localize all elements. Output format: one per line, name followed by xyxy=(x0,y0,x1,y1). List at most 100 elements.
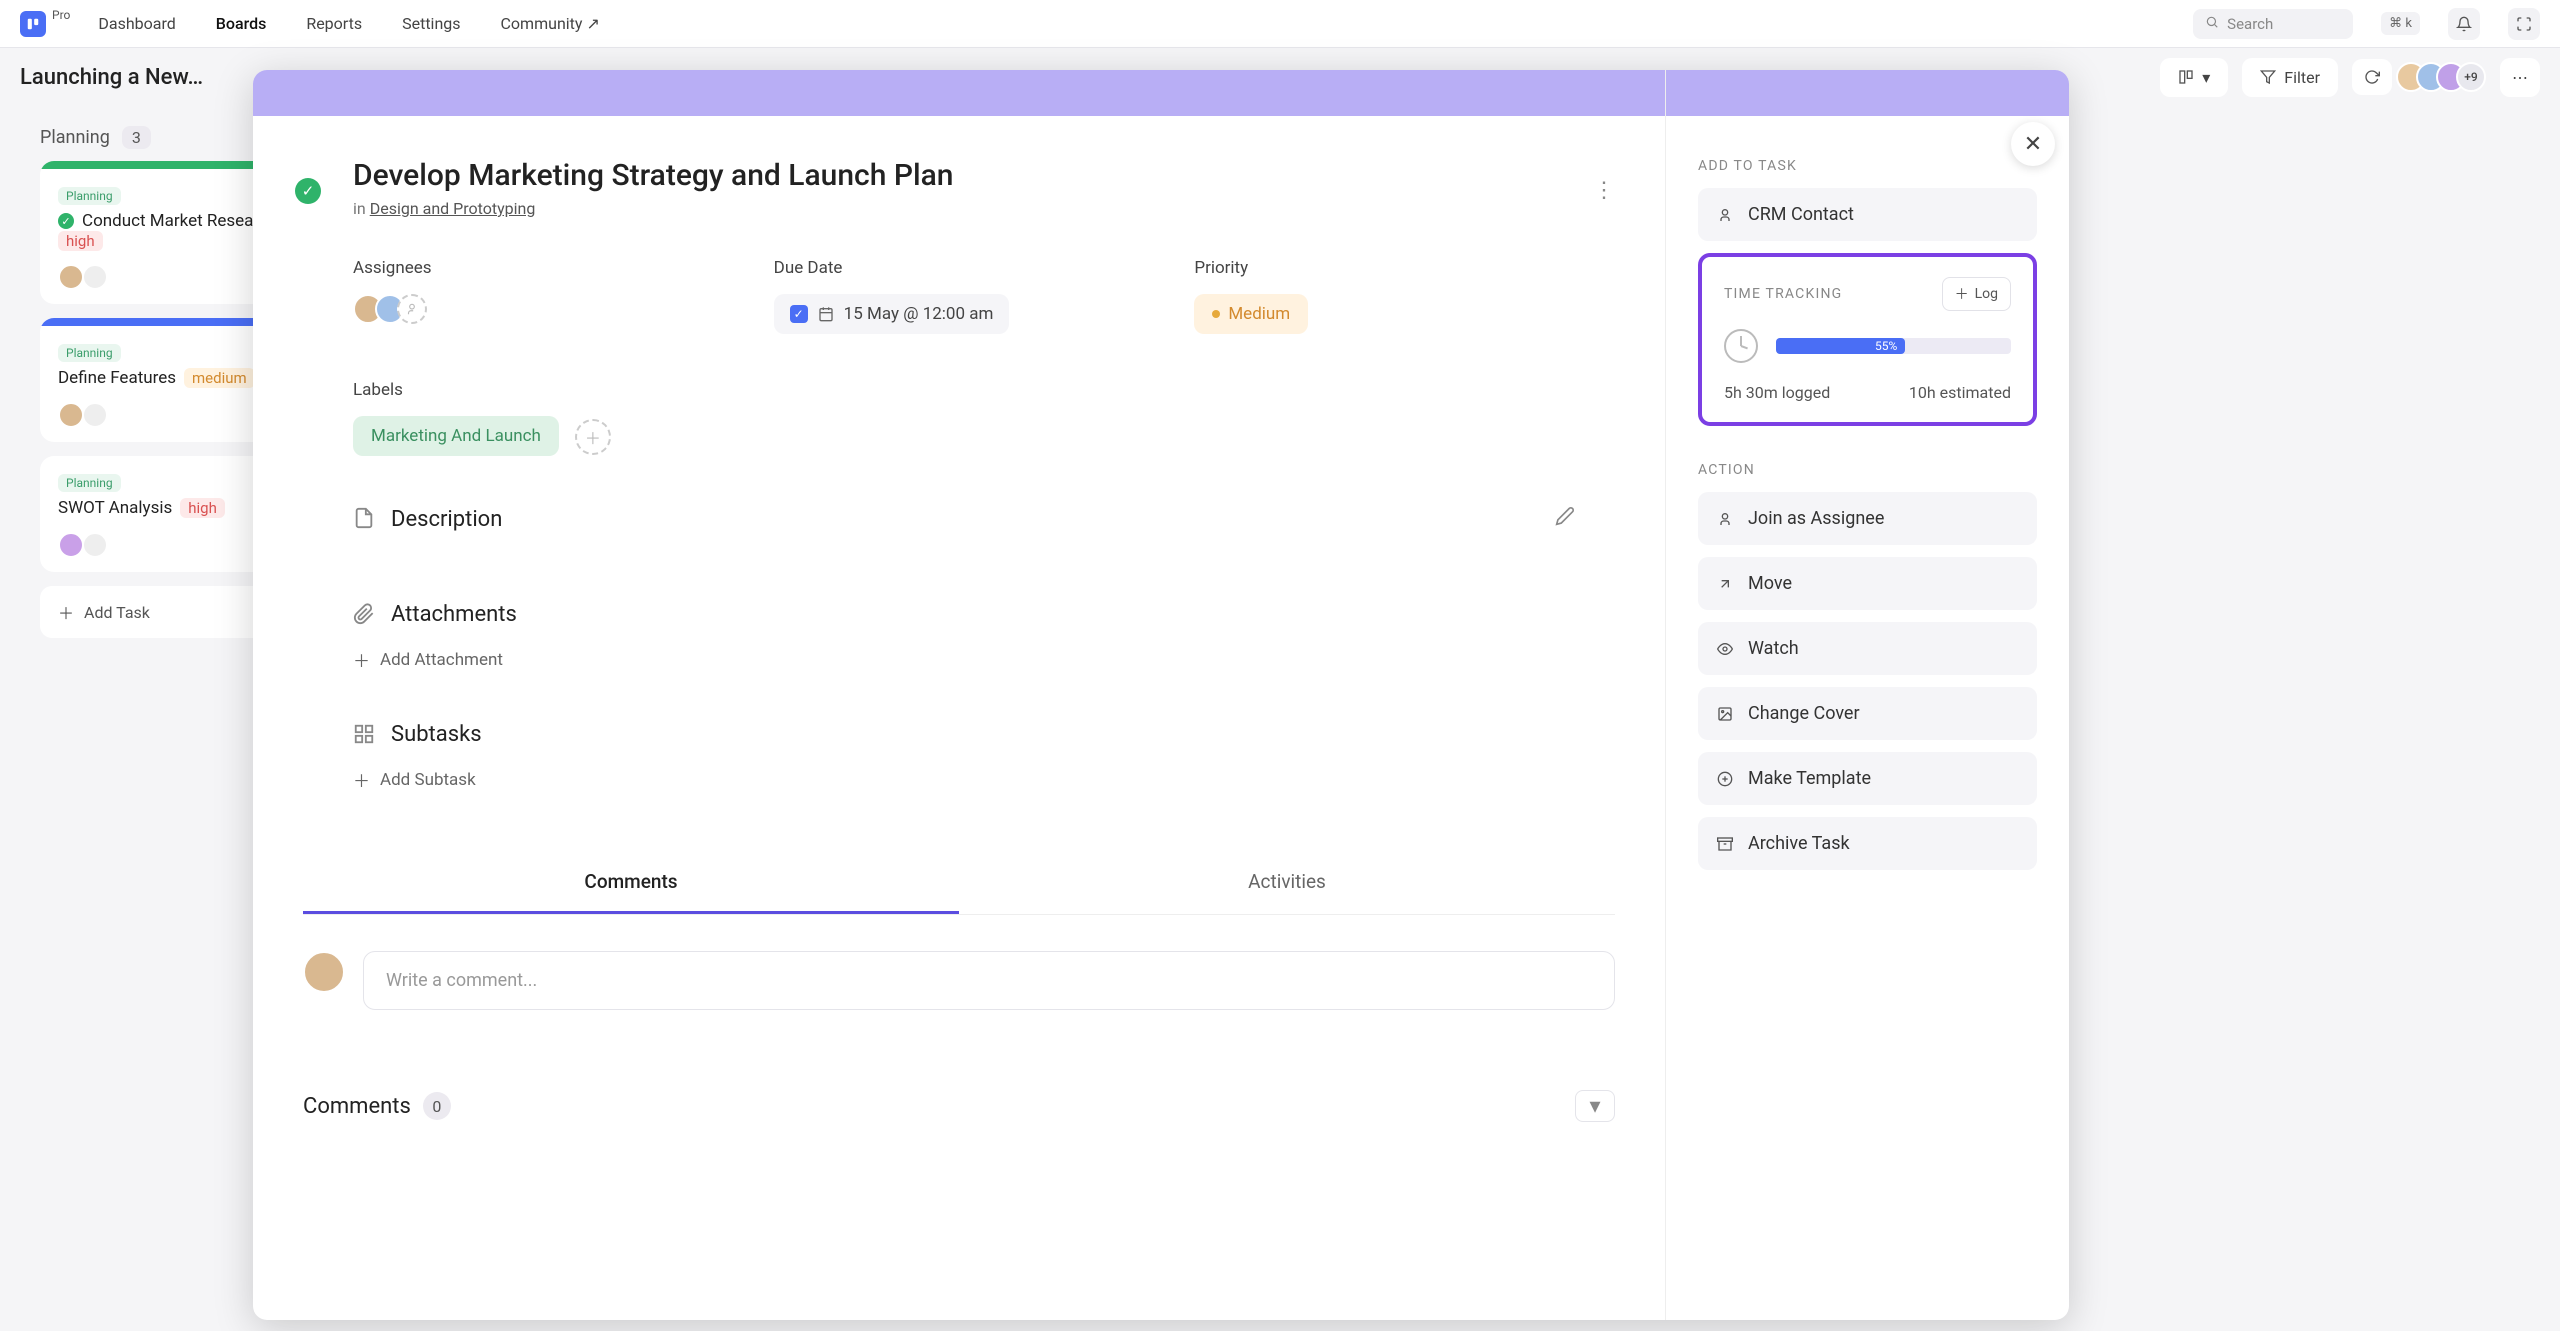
user-plus-icon xyxy=(405,302,419,316)
user-icon xyxy=(1716,510,1734,528)
subtasks-icon xyxy=(353,723,377,747)
add-subtask-button[interactable]: ＋ Add Subtask xyxy=(353,767,1615,792)
priority-field[interactable]: Medium xyxy=(1194,294,1308,334)
comments-heading: Comments xyxy=(303,1094,411,1119)
kanban-icon xyxy=(2178,69,2194,85)
more-icon: ⋯ xyxy=(2512,68,2528,87)
filter-icon xyxy=(2260,69,2276,85)
priority-value: Medium xyxy=(1228,304,1290,324)
card-title-text: Conduct Market Resea… xyxy=(82,211,265,231)
log-time-button[interactable]: ＋ Log xyxy=(1942,277,2011,311)
search-placeholder: Search xyxy=(2227,15,2273,33)
search-icon xyxy=(2205,15,2219,33)
modal-main: ✓ Develop Marketing Strategy and Launch … xyxy=(253,70,1665,1320)
time-tracking-panel: Time tracking ＋ Log 55% 5h 30m logged 10… xyxy=(1698,253,2037,426)
attachments-label: Attachments xyxy=(391,602,517,627)
avatar xyxy=(82,532,108,558)
notifications-button[interactable] xyxy=(2448,8,2480,40)
arrow-icon xyxy=(1716,575,1734,593)
board-title: Launching a New… xyxy=(20,65,203,90)
subtasks-label: Subtasks xyxy=(391,722,482,747)
plus-icon: ＋ xyxy=(58,600,74,624)
avatar xyxy=(82,264,108,290)
add-assignee-button[interactable] xyxy=(397,294,427,324)
time-progress-fill: 55% xyxy=(1776,338,1905,354)
add-to-task-label: Add to task xyxy=(1698,158,2037,174)
avatar-overflow[interactable]: +9 xyxy=(2456,62,2486,92)
archive-task-button[interactable]: Archive Task xyxy=(1698,817,2037,870)
due-date-field[interactable]: ✓ 15 May @ 12:00 am xyxy=(774,294,1010,334)
task-breadcrumb: in Design and Prototyping xyxy=(353,199,1615,218)
filter-button[interactable]: Filter xyxy=(2242,58,2338,97)
plus-icon: ＋ xyxy=(353,647,370,672)
member-avatars[interactable]: +9 xyxy=(2406,62,2486,92)
task-detail-modal: ✕ ✓ Develop Marketing Strategy and Launc… xyxy=(253,70,2069,1320)
top-nav-bar: Pro Dashboard Boards Reports Settings Co… xyxy=(0,0,2560,48)
card-priority: medium xyxy=(184,368,255,388)
card-chip: Planning xyxy=(58,187,121,205)
clock-icon xyxy=(1724,329,1758,363)
time-percent: 55% xyxy=(1875,339,1897,353)
card-title-text: SWOT Analysis xyxy=(58,498,172,518)
watch-button[interactable]: Watch xyxy=(1698,622,2037,675)
app-logo[interactable] xyxy=(20,11,46,37)
comments-sort-dropdown[interactable]: ▾ xyxy=(1575,1090,1615,1122)
tab-activities[interactable]: Activities xyxy=(959,852,1615,914)
priority-label: Priority xyxy=(1194,258,1615,278)
card-priority: high xyxy=(180,498,225,518)
card-chip: Planning xyxy=(58,474,121,492)
plus-circle-icon xyxy=(1716,770,1734,788)
refresh-button[interactable] xyxy=(2352,59,2392,95)
column-count: 3 xyxy=(122,126,151,149)
search-input[interactable]: Search xyxy=(2193,9,2353,39)
edit-description-button[interactable] xyxy=(1555,506,1575,532)
nav-community[interactable]: Community ↗ xyxy=(501,14,600,33)
task-more-button[interactable]: ⋮ xyxy=(1593,178,1615,203)
nav-reports[interactable]: Reports xyxy=(306,14,362,33)
description-section-header: Description xyxy=(353,506,1615,532)
image-icon xyxy=(1716,705,1734,723)
breadcrumb-link[interactable]: Design and Prototyping xyxy=(370,199,536,218)
top-nav-links: Dashboard Boards Reports Settings Commun… xyxy=(98,14,599,33)
time-progress-bar: 55% xyxy=(1776,338,2011,354)
labels-label: Labels xyxy=(353,380,1615,400)
close-modal-button[interactable]: ✕ xyxy=(2011,122,2055,166)
board-more-button[interactable]: ⋯ xyxy=(2500,58,2540,97)
crm-contact-button[interactable]: CRM Contact xyxy=(1698,188,2037,241)
make-template-button[interactable]: Make Template xyxy=(1698,752,2037,805)
comments-count-badge: 0 xyxy=(423,1092,451,1120)
nav-settings[interactable]: Settings xyxy=(402,14,460,33)
task-title[interactable]: Develop Marketing Strategy and Launch Pl… xyxy=(353,158,1615,193)
due-date-label: Due Date xyxy=(774,258,1195,278)
time-logged: 5h 30m logged xyxy=(1724,383,1830,402)
description-label: Description xyxy=(391,507,502,532)
assignees-label: Assignees xyxy=(353,258,774,278)
card-title-text: Define Features xyxy=(58,368,176,388)
change-cover-button[interactable]: Change Cover xyxy=(1698,687,2037,740)
attachments-section-header: Attachments xyxy=(353,602,1615,627)
mark-complete-button[interactable]: ✓ xyxy=(295,178,321,204)
attachment-icon xyxy=(353,603,377,627)
archive-icon xyxy=(1716,835,1734,853)
time-estimated: 10h estimated xyxy=(1909,383,2011,402)
view-dropdown[interactable]: ▾ xyxy=(2160,58,2228,97)
tab-comments[interactable]: Comments xyxy=(303,852,959,914)
fullscreen-button[interactable] xyxy=(2508,8,2540,40)
time-tracking-label: Time tracking xyxy=(1724,286,1842,302)
column-name: Planning xyxy=(40,127,110,148)
avatar xyxy=(58,532,84,558)
avatar xyxy=(82,402,108,428)
move-button[interactable]: Move xyxy=(1698,557,2037,610)
nav-dashboard[interactable]: Dashboard xyxy=(98,14,175,33)
assignee-avatars xyxy=(353,294,774,324)
label-chip[interactable]: Marketing And Launch xyxy=(353,416,559,456)
join-assignee-button[interactable]: Join as Assignee xyxy=(1698,492,2037,545)
add-task-label: Add Task xyxy=(84,603,150,622)
pencil-icon xyxy=(1555,506,1575,526)
card-chip: Planning xyxy=(58,344,121,362)
add-attachment-button[interactable]: ＋ Add Attachment xyxy=(353,647,1615,672)
detail-tabs: Comments Activities xyxy=(303,852,1615,915)
nav-boards[interactable]: Boards xyxy=(216,14,267,33)
comment-input[interactable]: Write a comment... xyxy=(363,951,1615,1010)
add-label-button[interactable]: ＋ xyxy=(575,419,611,455)
